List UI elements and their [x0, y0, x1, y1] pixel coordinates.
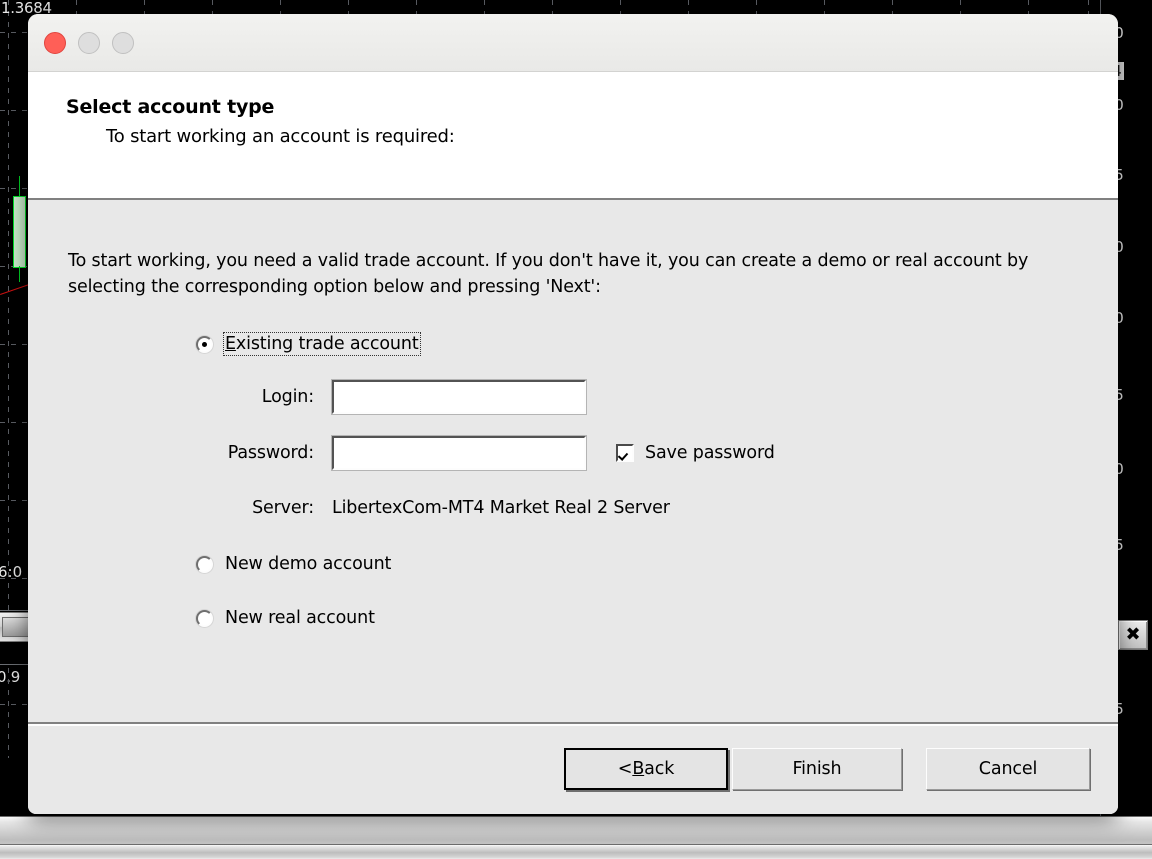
close-icon[interactable]: ✖ [1118, 620, 1148, 650]
app-status-bar-lower [0, 844, 1152, 859]
page-title: Select account type [66, 96, 275, 118]
wizard-body: To start working, you need a valid trade… [28, 200, 1118, 722]
radio-option-existing-trade-account[interactable]: Existing trade account [196, 332, 1118, 356]
select-account-type-dialog: Select account type To start working an … [28, 14, 1118, 814]
window-titlebar [28, 14, 1118, 72]
cancel-button[interactable]: Cancel [926, 748, 1090, 790]
password-input[interactable] [332, 436, 586, 470]
login-input[interactable] [332, 380, 586, 414]
password-field-row: Password: Save password [196, 434, 1118, 472]
indicator-value-label: 0.9 [0, 668, 20, 686]
window-controls [44, 31, 134, 54]
indicator-gridline [0, 704, 30, 705]
radio-label-existing: Existing trade account [223, 332, 421, 356]
intro-paragraph: To start working, you need a valid trade… [68, 251, 1029, 297]
chart-time-label: 6:0 [0, 563, 23, 581]
server-row: Server: LibertexCom-MT4 Market Real 2 Se… [196, 488, 1118, 528]
radio-icon-real[interactable] [196, 609, 213, 627]
window-close-button[interactable] [44, 31, 66, 54]
login-field-row: Login: [196, 378, 1118, 416]
window-minimize-button[interactable] [78, 31, 100, 54]
back-button[interactable]: < Back [564, 748, 728, 790]
window-maximize-button[interactable] [112, 31, 134, 54]
indicator-vgridline [8, 668, 9, 758]
radio-icon-existing[interactable] [196, 335, 213, 353]
radio-icon-demo[interactable] [196, 555, 213, 573]
checkbox-icon-save-password[interactable] [616, 444, 634, 462]
page-subtitle: To start working an account is required: [106, 126, 455, 147]
chart-scrollbar-thumb[interactable] [2, 617, 30, 637]
wizard-header: Select account type To start working an … [28, 72, 1118, 200]
save-password-checkbox-row[interactable]: Save password [616, 443, 775, 463]
server-label: Server: [252, 498, 314, 518]
radio-label-real: New real account [225, 608, 375, 628]
radio-label-demo: New demo account [225, 554, 392, 574]
finish-button[interactable]: Finish [732, 748, 902, 790]
radio-option-new-demo-account[interactable]: New demo account [196, 554, 1118, 574]
password-label: Password: [227, 443, 314, 463]
save-password-label: Save password [645, 443, 775, 463]
login-label: Login: [261, 387, 314, 407]
wizard-footer: < Back Finish Cancel [28, 722, 1118, 814]
radio-option-new-real-account[interactable]: New real account [196, 608, 1118, 628]
server-value: LibertexCom-MT4 Market Real 2 Server [332, 498, 670, 518]
